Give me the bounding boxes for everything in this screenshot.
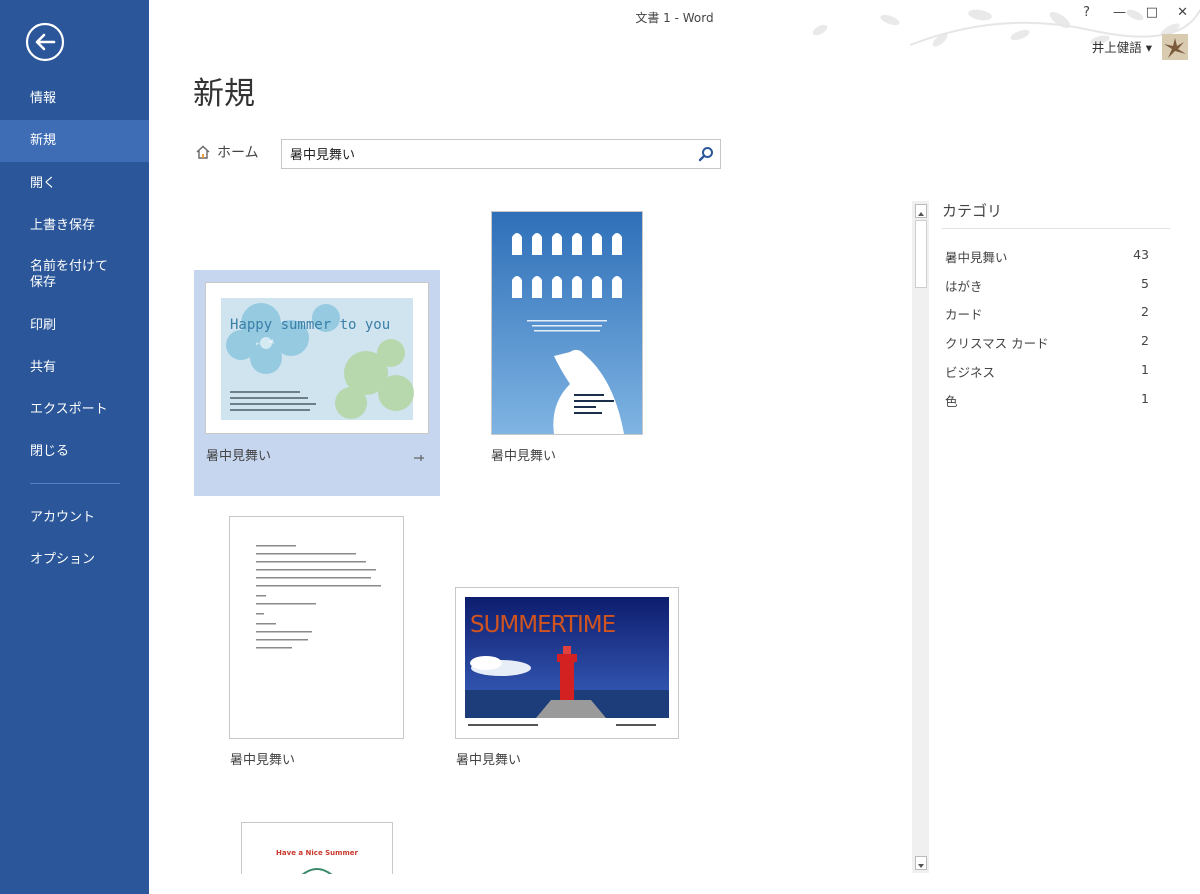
template-scrollbar[interactable] <box>912 201 929 873</box>
home-link[interactable]: ホーム <box>195 142 259 162</box>
avatar-image <box>1162 34 1188 60</box>
card-greeting-text: Happy summer to you <box>230 317 391 333</box>
nav-options[interactable]: オプション <box>0 552 149 568</box>
category-item[interactable]: 色1 <box>945 391 1149 410</box>
letter-document-image <box>256 545 381 649</box>
maximize-button[interactable]: □ <box>1146 5 1158 20</box>
window-title: 文書 1 - Word <box>635 11 714 25</box>
card-title-text: SUMMERTIME <box>470 612 616 638</box>
page-title: 新規 <box>193 76 255 112</box>
nav-open[interactable]: 開く <box>0 176 149 192</box>
nav-print[interactable]: 印刷 <box>0 318 149 334</box>
nav-new[interactable]: 新規 <box>0 120 149 162</box>
category-name: はがき <box>945 279 983 294</box>
home-label: ホーム <box>217 145 259 161</box>
category-item[interactable]: クリスマス カード 2 <box>945 333 1149 352</box>
lighthouse-card-image <box>465 597 669 726</box>
penguin-card-image <box>492 212 642 434</box>
category-name: 暑中見舞い <box>945 250 1008 265</box>
template-label: 暑中見舞い <box>491 449 557 464</box>
backstage-sidebar: 情報 新規 開く 上書き保存 名前を付けて 保存 印刷 共有 エクスポート 閉じ… <box>0 0 149 894</box>
category-name: クリスマス カード <box>945 336 1049 351</box>
nav-close[interactable]: 閉じる <box>0 444 149 460</box>
triangle-down-icon <box>918 864 924 868</box>
close-button[interactable]: ✕ <box>1177 5 1188 20</box>
category-item[interactable]: ビジネス 1 <box>945 362 1149 381</box>
nav-export[interactable]: エクスポート <box>0 402 149 418</box>
nav-save-as[interactable]: 名前を付けて 保存 <box>0 259 149 291</box>
template-label: 暑中見舞い <box>206 449 272 464</box>
card-decoration <box>301 868 333 874</box>
pin-icon[interactable] <box>413 453 425 463</box>
search-input[interactable] <box>290 146 690 161</box>
category-count: 5 <box>1141 276 1149 291</box>
nav-account[interactable]: アカウント <box>0 510 149 526</box>
nav-save[interactable]: 上書き保存 <box>0 218 149 234</box>
category-item[interactable]: 暑中見舞い 43 <box>945 247 1149 266</box>
nav-info[interactable]: 情報 <box>0 91 149 107</box>
template-thumbnail[interactable]: Have a Nice Summer <box>241 822 393 874</box>
category-title: カテゴリ <box>942 202 1003 220</box>
template-thumbnail[interactable]: Happy summer to you <box>205 282 429 434</box>
nav-share[interactable]: 共有 <box>0 360 149 376</box>
category-count: 1 <box>1141 391 1149 406</box>
category-item[interactable]: カード 2 <box>945 304 1149 323</box>
category-count: 2 <box>1141 333 1149 348</box>
back-arrow-icon[interactable] <box>25 22 65 62</box>
category-divider <box>942 228 1170 229</box>
avatar[interactable] <box>1162 34 1188 60</box>
help-button[interactable]: ? <box>1083 5 1090 20</box>
category-item[interactable]: はがき 5 <box>945 276 1149 295</box>
triangle-up-icon <box>918 212 924 216</box>
template-label: 暑中見舞い <box>456 753 522 768</box>
main-panel: 文書 1 - Word ? — □ ✕ 井上健語 ▾ 新規 ホーム 暑中見舞い … <box>149 0 1200 894</box>
category-count: 43 <box>1133 247 1149 262</box>
scroll-down-button[interactable] <box>915 856 927 870</box>
search-icon[interactable] <box>698 146 714 162</box>
category-count: 1 <box>1141 362 1149 377</box>
home-icon <box>196 145 210 159</box>
user-name[interactable]: 井上健語 ▾ <box>1092 37 1152 56</box>
nav-divider <box>30 483 120 484</box>
category-name: 色 <box>945 394 958 409</box>
template-search[interactable] <box>281 139 721 169</box>
scroll-up-button[interactable] <box>915 204 927 218</box>
hibiscus-card-image <box>221 298 414 420</box>
template-thumbnail[interactable] <box>491 211 643 435</box>
template-thumbnail[interactable] <box>229 516 404 739</box>
template-label: 暑中見舞い <box>230 753 296 768</box>
minimize-button[interactable]: — <box>1113 5 1126 20</box>
category-name: ビジネス <box>945 365 996 380</box>
scroll-thumb[interactable] <box>915 220 927 288</box>
category-name: カード <box>945 307 983 322</box>
template-thumbnail[interactable]: SUMMERTIME <box>455 587 679 739</box>
category-count: 2 <box>1141 304 1149 319</box>
